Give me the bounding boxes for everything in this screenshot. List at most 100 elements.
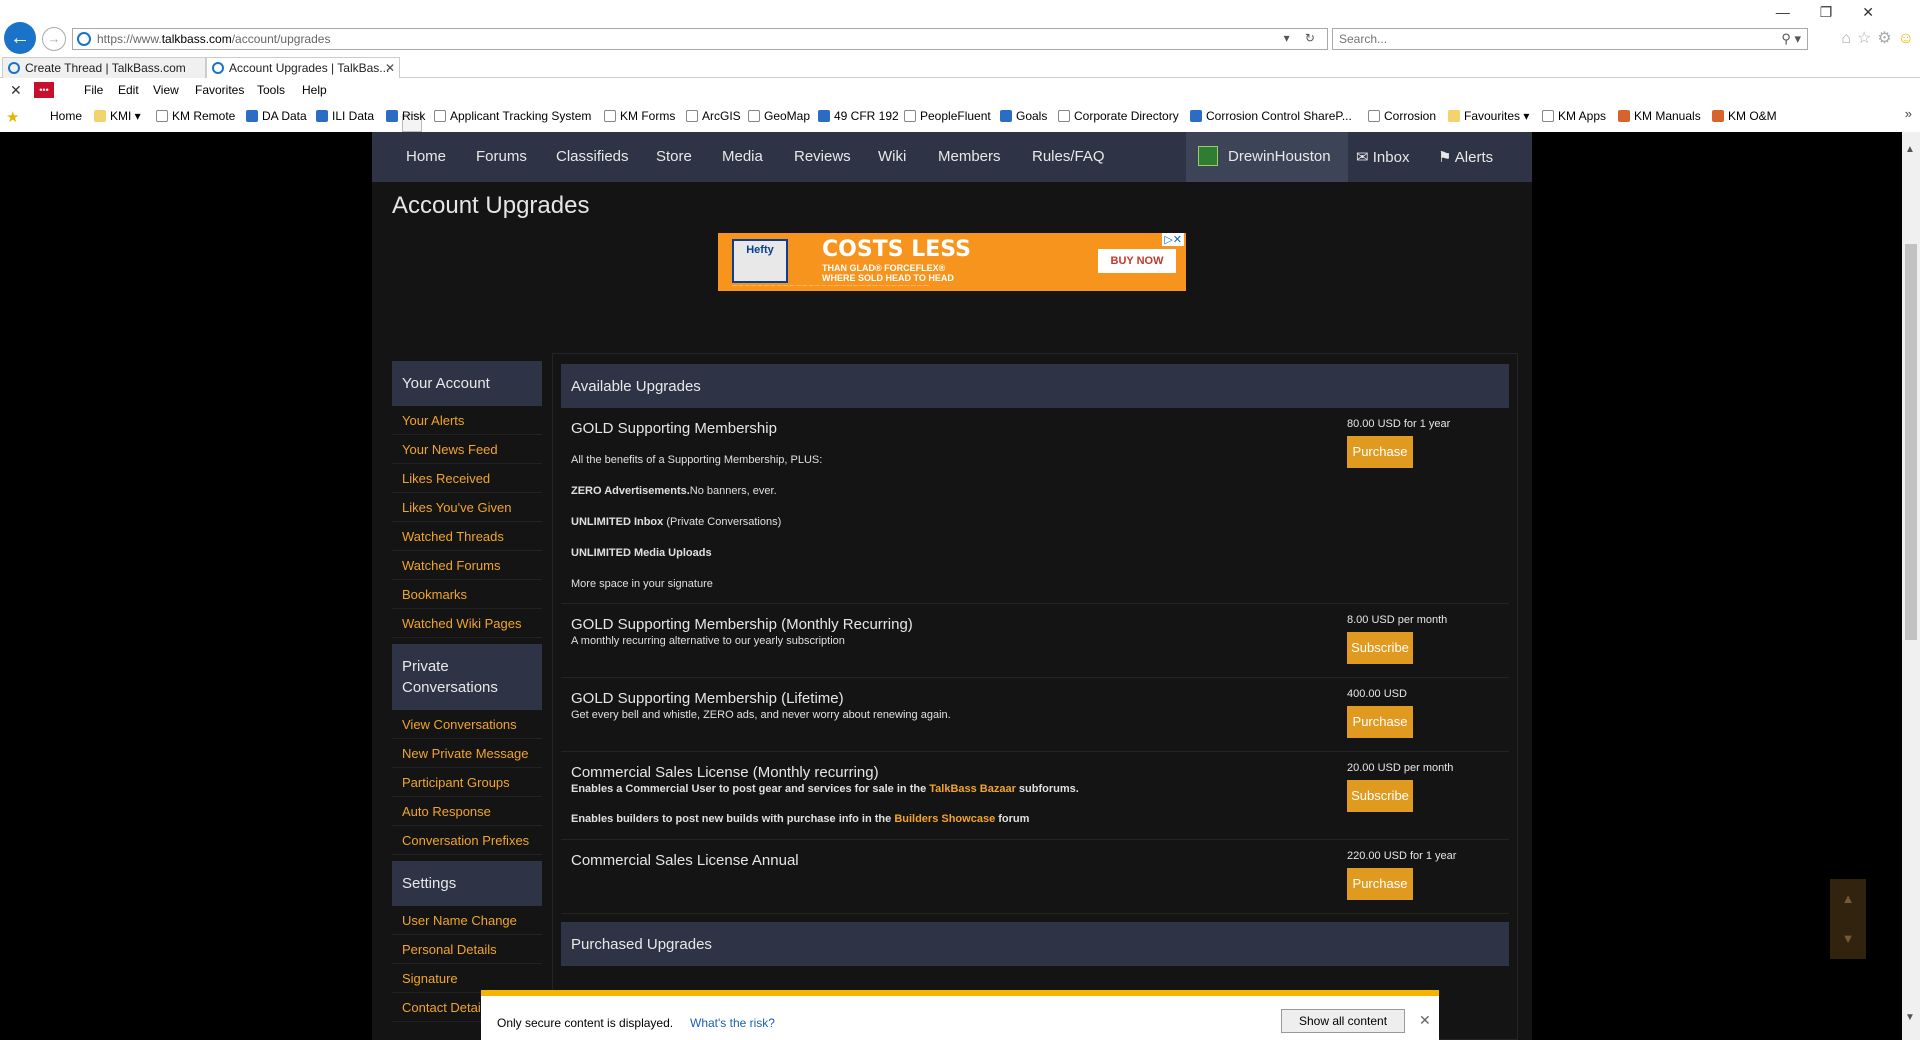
favorite-km-manuals[interactable]: KM Manuals: [1618, 109, 1701, 123]
favorite-corrosion[interactable]: Corrosion: [1368, 109, 1436, 123]
nav-user-menu[interactable]: DrewinHouston: [1186, 132, 1348, 182]
nav-forums[interactable]: Forums: [476, 148, 527, 165]
sidebar-link-bookmarks[interactable]: Bookmarks: [392, 580, 542, 609]
toolbar-icons[interactable]: ⌂☆⚙☺: [1841, 28, 1920, 48]
favorite-kmi[interactable]: KMI ▾: [94, 109, 141, 123]
favorite-km-apps[interactable]: KM Apps: [1542, 109, 1606, 123]
favorite-home[interactable]: Home: [50, 109, 82, 123]
scroll-down-icon[interactable]: ▼: [1830, 919, 1866, 959]
favorite-goals[interactable]: Goals: [1000, 109, 1047, 123]
sidebar-heading-settings: Settings: [392, 861, 542, 906]
favorite-km-remote[interactable]: KM Remote: [156, 109, 235, 123]
forward-button[interactable]: →: [42, 27, 66, 51]
close-tab-icon[interactable]: ✕: [385, 58, 395, 78]
sidebar-link-view-conversations[interactable]: View Conversations: [392, 710, 542, 739]
menu-file[interactable]: File: [84, 83, 103, 97]
favorite-km-om[interactable]: KM O&M: [1712, 109, 1777, 123]
purchase-button[interactable]: Purchase: [1347, 868, 1413, 900]
close-icon[interactable]: ✕: [1419, 1012, 1431, 1029]
tab-bar: Create Thread | TalkBass.com Account Upg…: [0, 56, 1920, 132]
sidebar-heading-private-conversations: Private Conversations: [392, 644, 542, 710]
search-icon[interactable]: ⚲ ▾: [1781, 31, 1801, 47]
favorite-arcgis[interactable]: ArcGIS: [686, 109, 741, 123]
page-scrollbar[interactable]: ▲ ▼: [1902, 132, 1920, 1040]
sidebar-link-watched-forums[interactable]: Watched Forums: [392, 551, 542, 580]
upgrade-price: 20.00 USD per month: [1347, 762, 1454, 774]
favorite-corporate-directory[interactable]: Corporate Directory: [1058, 109, 1179, 123]
ad-choices-icon[interactable]: ▷✕: [1162, 233, 1184, 246]
nav-reviews[interactable]: Reviews: [794, 148, 851, 165]
star-icon[interactable]: ☆: [1857, 30, 1877, 47]
sidebar-link-news-feed[interactable]: Your News Feed: [392, 435, 542, 464]
upgrade-description: Enables builders to post new builds with…: [571, 813, 1030, 825]
address-bar[interactable]: https://www.talkbass.com/account/upgrade…: [72, 28, 1328, 50]
sidebar-link-your-alerts[interactable]: Your Alerts: [392, 406, 542, 435]
nav-classifieds[interactable]: Classifieds: [556, 148, 629, 165]
favorite-geomap[interactable]: GeoMap: [748, 109, 810, 123]
sidebar-link-likes-received[interactable]: Likes Received: [392, 464, 542, 493]
menu-favorites[interactable]: Favorites: [195, 83, 244, 97]
home-icon[interactable]: ⌂: [1841, 30, 1857, 47]
favorites-star-icon[interactable]: ★: [6, 108, 19, 126]
nav-members[interactable]: Members: [938, 148, 1001, 165]
purchase-button[interactable]: Purchase: [1347, 436, 1413, 468]
scroll-down-arrow-icon[interactable]: ▼: [1905, 1012, 1915, 1023]
nav-alerts[interactable]: ⚑ Alerts: [1438, 148, 1493, 166]
refresh-icon[interactable]: ▾ ↻: [1284, 31, 1321, 45]
tab-account-upgrades[interactable]: Account Upgrades | TalkBas... ✕: [206, 57, 400, 78]
ad-buy-now-button[interactable]: BUY NOW: [1098, 249, 1176, 273]
purchase-button[interactable]: Purchase: [1347, 706, 1413, 738]
search-box[interactable]: ⚲ ▾: [1332, 28, 1808, 50]
nav-rules-faq[interactable]: Rules/FAQ: [1032, 148, 1105, 165]
nav-inbox[interactable]: ✉ Inbox: [1356, 148, 1409, 166]
sidebar-link-participant-groups[interactable]: Participant Groups: [392, 768, 542, 797]
favorite-ili-data[interactable]: ILI Data: [316, 109, 374, 123]
favorite-applicant-tracking[interactable]: Applicant Tracking System: [434, 109, 591, 123]
subscribe-button[interactable]: Subscribe: [1347, 780, 1413, 812]
close-icon[interactable]: ✕: [10, 82, 22, 99]
sidebar-link-new-message[interactable]: New Private Message: [392, 739, 542, 768]
sidebar-link-likes-given[interactable]: Likes You've Given: [392, 493, 542, 522]
sidebar-link-username-change[interactable]: User Name Change: [392, 906, 542, 935]
sidebar-link-conversation-prefixes[interactable]: Conversation Prefixes: [392, 826, 542, 855]
nav-store[interactable]: Store: [656, 148, 692, 165]
advertisement-banner[interactable]: Hefty COSTS LESS THAN GLAD® FORCEFLEX® WH…: [718, 233, 1186, 291]
favorite-da-data[interactable]: DA Data: [246, 109, 307, 123]
nav-media[interactable]: Media: [722, 148, 763, 165]
menu-help[interactable]: Help: [302, 83, 327, 97]
tab-create-thread[interactable]: Create Thread | TalkBass.com: [2, 57, 206, 78]
subscribe-button[interactable]: Subscribe: [1347, 632, 1413, 664]
back-button[interactable]: ←: [4, 22, 36, 54]
gear-icon[interactable]: ⚙: [1877, 30, 1897, 47]
show-all-content-button[interactable]: Show all content: [1281, 1009, 1405, 1033]
smiley-icon[interactable]: ☺: [1898, 30, 1920, 47]
page-title: Account Upgrades: [392, 192, 590, 219]
sidebar-link-auto-response[interactable]: Auto Response: [392, 797, 542, 826]
talkbass-bazaar-link[interactable]: TalkBass Bazaar: [929, 783, 1016, 795]
favorite-risk[interactable]: Risk: [386, 109, 425, 123]
menu-tools[interactable]: Tools: [257, 83, 285, 97]
scroll-widget[interactable]: ▲ ▼: [1830, 879, 1866, 959]
sidebar-link-signature[interactable]: Signature: [392, 964, 542, 993]
addon-icon[interactable]: •••: [34, 82, 54, 98]
sidebar-link-watched-wiki[interactable]: Watched Wiki Pages: [392, 609, 542, 638]
favorite-corrosion-control[interactable]: Corrosion Control ShareP...: [1190, 109, 1352, 123]
sidebar-link-personal-details[interactable]: Personal Details: [392, 935, 542, 964]
search-input[interactable]: [1339, 32, 1739, 46]
favorite-peoplefluent[interactable]: PeopleFluent: [904, 109, 991, 123]
whats-the-risk-link[interactable]: What's the risk?: [690, 1016, 775, 1030]
nav-home[interactable]: Home: [406, 148, 446, 165]
nav-wiki[interactable]: Wiki: [878, 148, 906, 165]
scroll-up-icon[interactable]: ▲: [1830, 879, 1866, 919]
builders-showcase-link[interactable]: Builders Showcase: [894, 813, 995, 825]
chevron-more-icon[interactable]: »: [1905, 106, 1912, 121]
favorite-km-forms[interactable]: KM Forms: [604, 109, 675, 123]
scroll-up-arrow-icon[interactable]: ▲: [1905, 144, 1915, 155]
window-controls[interactable]: —❐✕: [1776, 4, 1904, 21]
scrollbar-thumb[interactable]: [1905, 244, 1917, 640]
favorite-favourites[interactable]: Favourites ▾: [1448, 109, 1529, 123]
menu-edit[interactable]: Edit: [118, 83, 139, 97]
favorite-49cfr192[interactable]: 49 CFR 192: [818, 109, 899, 123]
sidebar-link-watched-threads[interactable]: Watched Threads: [392, 522, 542, 551]
menu-view[interactable]: View: [153, 83, 179, 97]
